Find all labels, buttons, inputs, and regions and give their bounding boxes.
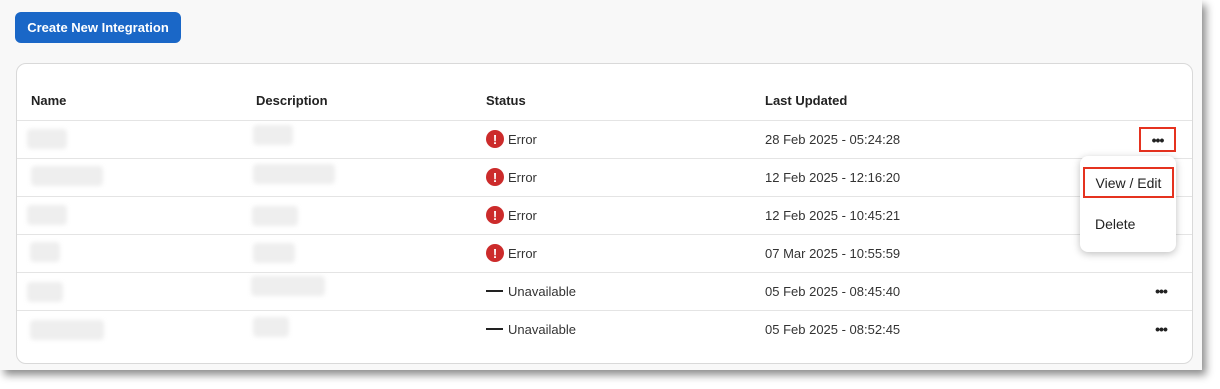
status-cell: ! Error <box>486 120 537 158</box>
status-text: Error <box>508 245 537 261</box>
status-cell: Unavailable <box>486 272 576 310</box>
last-updated-cell: 07 Mar 2025 - 10:55:59 <box>765 245 901 261</box>
redacted-description <box>253 164 335 184</box>
error-icon: ! <box>486 168 504 186</box>
status-cell: ! Error <box>486 234 537 272</box>
table-row[interactable]: ! Error 12 Feb 2025 - 10:45:21 <box>17 196 1192 235</box>
row-actions-menu: View / Edit Delete <box>1080 156 1176 252</box>
dash-icon <box>486 328 503 330</box>
status-text: Unavailable <box>508 283 576 299</box>
last-updated-cell: 12 Feb 2025 - 12:16:20 <box>765 169 901 185</box>
redacted-description <box>253 243 295 263</box>
last-updated-cell: 28 Feb 2025 - 05:24:28 <box>765 131 901 147</box>
redacted-name <box>27 282 63 302</box>
last-updated-cell: 05 Feb 2025 - 08:45:40 <box>765 283 901 299</box>
column-header-description[interactable]: Description <box>256 93 328 108</box>
integrations-table: Name Description Status Last Updated ! E… <box>16 63 1193 364</box>
last-updated-cell: 05 Feb 2025 - 08:52:45 <box>765 321 901 337</box>
error-icon: ! <box>486 244 504 262</box>
menu-item-view-edit[interactable]: View / Edit <box>1083 167 1174 198</box>
status-text: Error <box>508 131 537 147</box>
redacted-description <box>252 206 298 226</box>
page-frame: Create New Integration Name Description … <box>0 0 1202 370</box>
status-cell: Unavailable <box>486 310 576 348</box>
table-row[interactable]: ! Error 07 Mar 2025 - 10:55:59 <box>17 234 1192 273</box>
redacted-description <box>253 317 289 337</box>
redacted-name <box>27 205 67 225</box>
column-header-name[interactable]: Name <box>31 93 66 108</box>
column-header-status[interactable]: Status <box>486 93 526 108</box>
table-row[interactable]: Unavailable 05 Feb 2025 - 08:45:40 ••• <box>17 272 1192 311</box>
status-cell: ! Error <box>486 196 537 234</box>
status-text: Error <box>508 169 537 185</box>
ellipsis-icon: ••• <box>1151 131 1165 148</box>
redacted-name <box>27 129 67 149</box>
row-actions-button[interactable]: ••• <box>1139 127 1176 152</box>
status-text: Error <box>508 207 537 223</box>
redacted-description <box>253 125 293 145</box>
menu-item-delete[interactable]: Delete <box>1095 214 1135 234</box>
redacted-name <box>30 242 60 262</box>
table-header: Name Description Status Last Updated <box>17 64 1192 121</box>
status-cell: ! Error <box>486 158 537 196</box>
ellipsis-icon[interactable]: ••• <box>1151 319 1171 339</box>
error-icon: ! <box>486 130 504 148</box>
table-row[interactable]: ! Error 12 Feb 2025 - 12:16:20 <box>17 158 1192 197</box>
status-text: Unavailable <box>508 321 576 337</box>
redacted-name <box>31 166 103 186</box>
error-icon: ! <box>486 206 504 224</box>
redacted-name <box>30 320 104 340</box>
ellipsis-icon[interactable]: ••• <box>1151 281 1171 301</box>
table-row[interactable]: ! Error 28 Feb 2025 - 05:24:28 <box>17 120 1192 159</box>
last-updated-cell: 12 Feb 2025 - 10:45:21 <box>765 207 901 223</box>
create-new-integration-button[interactable]: Create New Integration <box>15 12 181 43</box>
column-header-last-updated[interactable]: Last Updated <box>765 93 847 108</box>
dash-icon <box>486 290 503 292</box>
table-row[interactable]: Unavailable 05 Feb 2025 - 08:52:45 ••• <box>17 310 1192 348</box>
redacted-description <box>251 276 325 296</box>
